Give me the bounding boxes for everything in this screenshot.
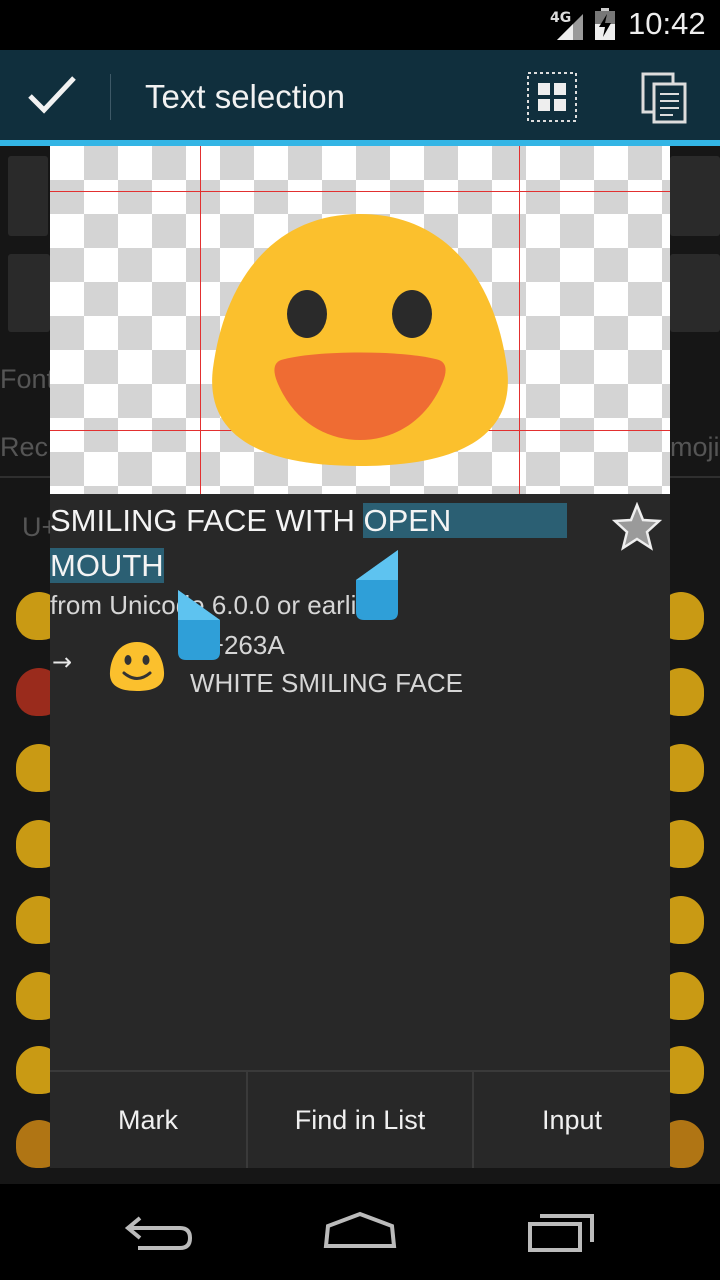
mark-button[interactable]: Mark — [50, 1072, 246, 1168]
related-character-name[interactable]: WHITE SMILING FACE — [190, 668, 463, 699]
find-in-list-button[interactable]: Find in List — [246, 1072, 472, 1168]
guide-right — [519, 146, 520, 494]
character-name-selected: OPEN — [363, 503, 568, 538]
character-dialog: SMILING FACE WITH OPEN MOUTH from Unicod… — [50, 146, 670, 1168]
clock: 10:42 — [628, 6, 706, 41]
recent-apps-icon[interactable] — [526, 1208, 598, 1256]
character-name-plain: SMILING FACE WITH — [50, 503, 364, 538]
selection-end-handle[interactable] — [352, 550, 398, 620]
smiling-face-open-mouth-emoji — [212, 214, 508, 466]
action-bar: Text selection — [0, 50, 720, 140]
copy-icon[interactable] — [640, 72, 688, 124]
white-smiling-face-emoji[interactable] — [108, 640, 166, 692]
bg-field — [8, 156, 48, 236]
signal-icon — [557, 14, 583, 40]
action-bar-title: Text selection — [145, 78, 345, 115]
dialog-button-bar: Mark Find in List Input — [50, 1070, 670, 1168]
bg-label-font: Font — [0, 364, 55, 394]
action-bar-divider — [110, 74, 111, 120]
character-name-selected-line2: MOUTH — [50, 548, 164, 583]
bg-label-recent: Rec — [0, 432, 49, 462]
character-name[interactable]: SMILING FACE WITH OPEN MOUTH — [50, 498, 610, 588]
arrow-icon: → — [52, 648, 73, 676]
check-icon[interactable] — [26, 72, 78, 116]
bg-button — [8, 254, 50, 332]
guide-ascent — [50, 191, 670, 192]
bg-field-right — [670, 156, 720, 236]
home-icon[interactable] — [322, 1208, 398, 1256]
guide-left — [200, 146, 201, 494]
bg-button-right — [670, 254, 720, 332]
glyph-preview — [50, 146, 670, 494]
battery-icon — [595, 8, 615, 40]
status-bar: 4G 10:42 — [0, 0, 720, 50]
star-icon[interactable] — [612, 502, 662, 552]
select-all-icon[interactable] — [527, 72, 577, 122]
navigation-bar — [0, 1184, 720, 1280]
bg-label-emoji: moji — [670, 432, 720, 462]
input-button[interactable]: Input — [472, 1072, 670, 1168]
back-icon[interactable] — [124, 1208, 196, 1256]
selection-start-handle[interactable] — [178, 590, 224, 660]
